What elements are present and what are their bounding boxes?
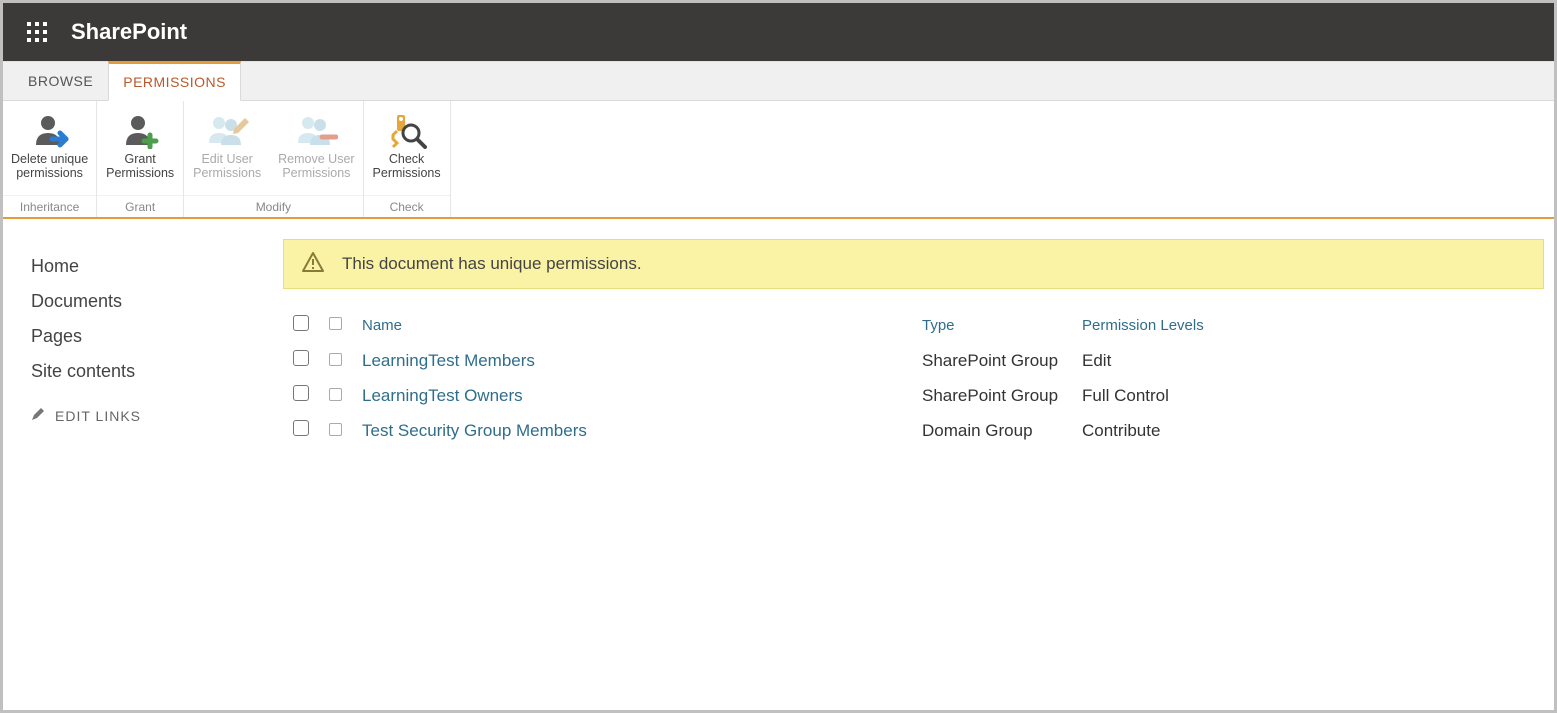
edit-user-icon [205,111,249,151]
select-all-checkbox[interactable] [293,315,309,331]
column-header-level[interactable]: Permission Levels [1072,307,1503,343]
row-secondary-checkbox[interactable] [329,353,342,366]
delete-unique-label1: Delete unique [11,152,88,166]
ribbon-group-inheritance: Delete uniquepermissions Inheritance [3,101,97,217]
table-row: LearningTest Owners SharePoint GroupFull … [283,378,1503,413]
grant-label1: Grant [125,152,156,166]
secondary-select-all-checkbox[interactable] [329,317,342,330]
notice-text: This document has unique permissions. [342,254,642,274]
ribbon-group-check: CheckPermissions Check [364,101,451,217]
tab-strip: BROWSE PERMISSIONS [3,61,1554,101]
sidenav-home[interactable]: Home [31,249,283,284]
sidenav-documents[interactable]: Documents [31,284,283,319]
app-launcher-icon [27,22,47,42]
sidenav-pages[interactable]: Pages [31,319,283,354]
content-area: This document has unique permissions. Na… [283,239,1554,710]
delete-unique-icon [30,111,70,151]
sidenav-site-contents[interactable]: Site contents [31,354,283,389]
ribbon-group-grant: GrantPermissions Grant [97,101,184,217]
grant-permissions-button[interactable]: GrantPermissions [97,105,183,195]
check-label2: Permissions [373,166,441,180]
grant-permissions-icon [120,111,160,151]
notice-bar: This document has unique permissions. [283,239,1544,289]
check-label1: Check [389,152,424,166]
edit-links-button[interactable]: EDIT LINKS [31,407,283,424]
table-row: LearningTest Members SharePoint GroupEdit [283,343,1503,378]
row-secondary-checkbox[interactable] [329,423,342,436]
main-area: Home Documents Pages Site contents EDIT … [3,219,1554,710]
tab-browse[interactable]: BROWSE [13,62,108,100]
grant-label2: Permissions [106,166,174,180]
permission-level: Full Control [1072,378,1503,413]
remove-user-label2: Permissions [282,166,350,180]
row-checkbox[interactable] [293,420,309,436]
pencil-icon [31,407,45,424]
edit-user-label1: Edit User [201,152,252,166]
ribbon-caption-grant: Grant [97,195,183,217]
delete-unique-permissions-button[interactable]: Delete uniquepermissions [3,105,96,195]
edit-user-label2: Permissions [193,166,261,180]
row-secondary-checkbox[interactable] [329,388,342,401]
warning-icon [302,251,324,278]
edit-user-permissions-button[interactable]: Edit UserPermissions [184,105,270,195]
principal-name-link[interactable]: LearningTest Owners [362,386,523,405]
permissions-table: Name Type Permission Levels LearningTest… [283,307,1503,448]
principal-type: Domain Group [912,413,1072,448]
remove-user-permissions-button[interactable]: Remove UserPermissions [270,105,362,195]
table-row: Test Security Group Members Domain GroupC… [283,413,1503,448]
tab-permissions[interactable]: PERMISSIONS [108,61,241,101]
suite-bar: SharePoint [3,3,1554,61]
ribbon: Delete uniquepermissions Inheritance Gra… [3,101,1554,219]
delete-unique-label2: permissions [16,166,83,180]
permission-level: Contribute [1072,413,1503,448]
principal-type: SharePoint Group [912,378,1072,413]
row-checkbox[interactable] [293,350,309,366]
brand-label: SharePoint [71,19,187,45]
permission-level: Edit [1072,343,1503,378]
ribbon-caption-inheritance: Inheritance [3,195,96,217]
edit-links-label: EDIT LINKS [55,408,141,424]
column-header-name[interactable]: Name [352,307,912,343]
side-navigation: Home Documents Pages Site contents EDIT … [3,239,283,710]
principal-name-link[interactable]: Test Security Group Members [362,421,587,440]
app-launcher-button[interactable] [13,8,61,56]
principal-name-link[interactable]: LearningTest Members [362,351,535,370]
ribbon-caption-check: Check [364,195,450,217]
remove-user-label1: Remove User [278,152,354,166]
ribbon-caption-modify: Modify [184,195,362,217]
check-permissions-icon [387,111,427,151]
remove-user-icon [294,111,338,151]
column-header-type[interactable]: Type [912,307,1072,343]
row-checkbox[interactable] [293,385,309,401]
check-permissions-button[interactable]: CheckPermissions [364,105,450,195]
ribbon-group-modify: Edit UserPermissions Remove UserPermissi… [184,101,363,217]
principal-type: SharePoint Group [912,343,1072,378]
